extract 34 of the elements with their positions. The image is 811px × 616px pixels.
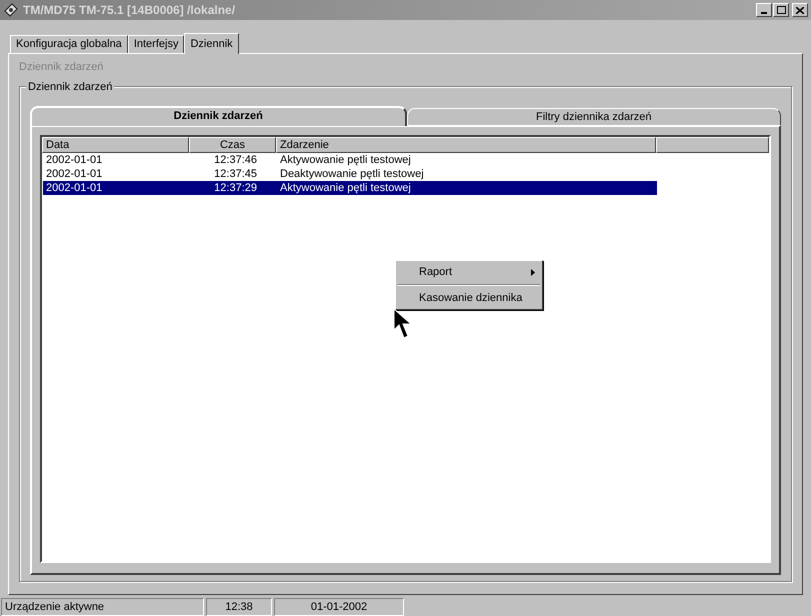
tab[interactable]: Interfejsy bbox=[128, 35, 184, 53]
minimize-button[interactable] bbox=[756, 3, 772, 17]
menu-item[interactable]: Raport bbox=[398, 263, 540, 281]
column-header[interactable]: Data bbox=[42, 136, 189, 152]
menu-item[interactable]: Kasowanie dziennika bbox=[398, 289, 540, 307]
table-cell-text: 12:37:45 bbox=[213, 166, 258, 180]
table-row[interactable]: 2002-01-01 12:37:45 Deaktywowanie pętli testowej bbox=[43, 166, 657, 180]
status-panel: 01-01-2002 bbox=[274, 598, 404, 616]
column-header[interactable]: Zdarzenie bbox=[276, 136, 656, 152]
table-cell-text: 12:37:29 bbox=[213, 180, 258, 194]
table-cell-text: 2002-01-01 bbox=[45, 152, 104, 166]
table-row[interactable]: 2002-01-01 12:37:29 Aktywowanie pętli testowej bbox=[43, 180, 657, 194]
table-cell-text: Aktywowanie pętli testowej bbox=[279, 180, 412, 194]
close-icon bbox=[796, 6, 804, 14]
status-panel: 12:38 bbox=[206, 598, 272, 616]
maximize-button[interactable] bbox=[773, 3, 789, 17]
tab[interactable]: Dziennik bbox=[184, 33, 239, 54]
status-panel: Urządzenie aktywne bbox=[1, 598, 204, 616]
tab[interactable]: Filtry dziennika zdarzeń bbox=[406, 108, 781, 124]
submenu-arrow-icon bbox=[531, 268, 535, 276]
table-cell-text: 12:37:46 bbox=[213, 152, 258, 166]
app-icon bbox=[3, 2, 19, 18]
tab[interactable]: Dziennik zdarzeń bbox=[30, 106, 406, 126]
table-cell-text: 2002-01-01 bbox=[45, 166, 104, 180]
tab[interactable]: Konfiguracja globalna bbox=[10, 35, 128, 53]
column-header[interactable]: Czas bbox=[189, 136, 276, 152]
maximize-icon bbox=[776, 6, 786, 14]
table-cell-text: Aktywowanie pętli testowej bbox=[279, 152, 412, 166]
window-title: TM/MD75 TM-75.1 [14B0006] /lokalne/ bbox=[23, 2, 236, 19]
section-heading: Dziennik zdarzeń bbox=[19, 60, 104, 75]
close-button[interactable] bbox=[792, 3, 808, 17]
table-row[interactable]: 2002-01-01 12:37:46 Aktywowanie pętli testowej bbox=[43, 152, 657, 166]
table-cell-text: Deaktywowanie pętli testowej bbox=[279, 166, 425, 180]
table-cell-text: 2002-01-01 bbox=[45, 180, 104, 194]
